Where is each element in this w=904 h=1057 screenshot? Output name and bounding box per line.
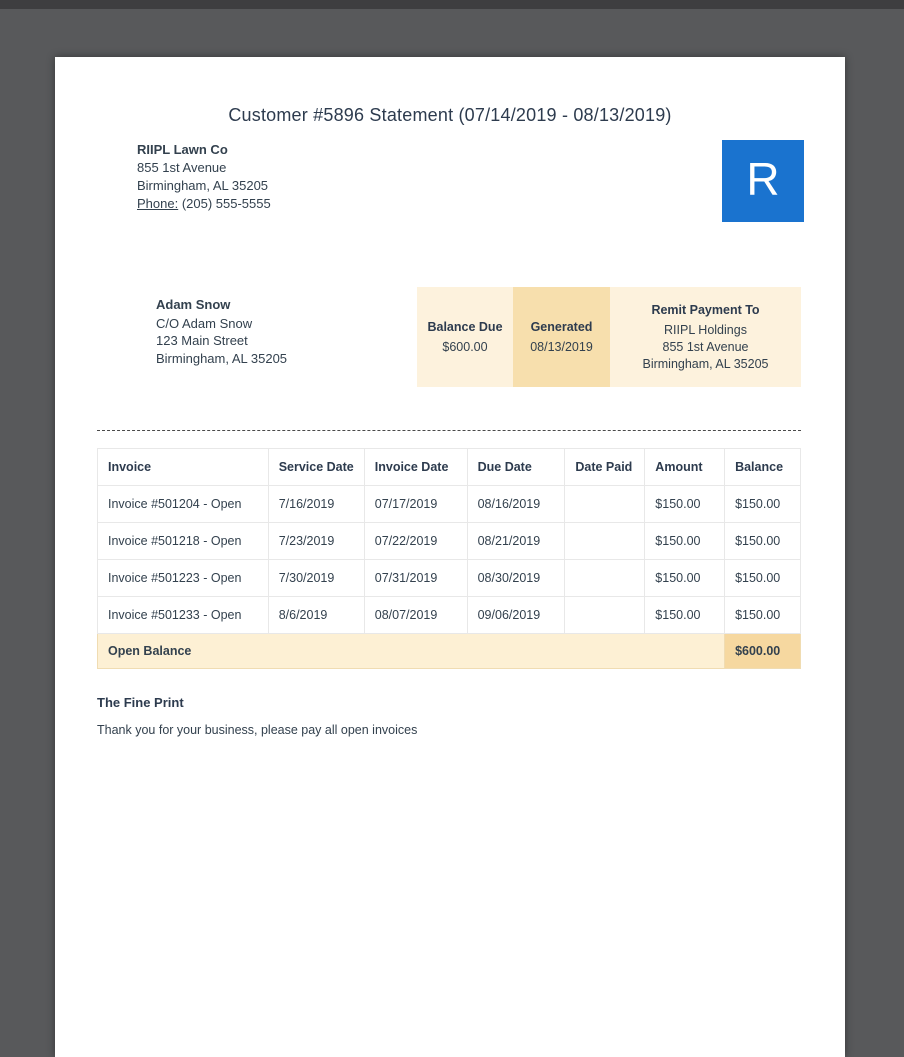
header-service-date: Service Date: [267, 448, 365, 486]
statement-page: Customer #5896 Statement (07/14/2019 - 0…: [55, 57, 845, 1057]
page-title: Customer #5896 Statement (07/14/2019 - 0…: [228, 105, 672, 125]
header-amount: Amount: [644, 448, 726, 486]
phone-label: Phone:: [137, 196, 179, 211]
generated-label: Generated: [530, 319, 593, 334]
cell-invoice: Invoice #501233 - Open: [97, 596, 269, 634]
balance-due-cell: Balance Due $600.00: [417, 287, 513, 387]
cell-invoice-date: 08/07/2019: [363, 596, 468, 634]
remit-label: Remit Payment To: [651, 302, 760, 317]
cell-date-paid: [564, 485, 646, 523]
cell-service-date: 7/16/2019: [267, 485, 365, 523]
remit-name: RIIPL Holdings: [664, 322, 747, 337]
cell-invoice: Invoice #501218 - Open: [97, 522, 269, 560]
customer-line2: 123 Main Street: [156, 333, 248, 348]
table-row: Invoice #501223 - Open 7/30/2019 07/31/2…: [97, 559, 801, 597]
phone-number: (205) 555-5555: [181, 196, 271, 211]
company-name: RIIPL Lawn Co: [137, 142, 228, 157]
table-row: Invoice #501218 - Open 7/23/2019 07/22/2…: [97, 522, 801, 560]
table-header-row: Invoice Service Date Invoice Date Due Da…: [97, 448, 801, 486]
cell-due-date: 08/30/2019: [466, 559, 566, 597]
viewer-top-strip: [0, 0, 904, 9]
company-address-line1: 855 1st Avenue: [137, 160, 227, 175]
header-invoice: Invoice: [97, 448, 269, 486]
fine-print-heading: The Fine Print: [97, 695, 184, 710]
customer-name: Adam Snow: [156, 297, 231, 312]
cell-due-date: 09/06/2019: [466, 596, 566, 634]
generated-cell: Generated 08/13/2019: [513, 287, 610, 387]
company-address-line2: Birmingham, AL 35205: [137, 178, 269, 193]
balance-due-value: $600.00: [442, 339, 488, 354]
cell-balance: $150.00: [724, 559, 801, 597]
cell-service-date: 7/30/2019: [267, 559, 365, 597]
cell-invoice-date: 07/17/2019: [363, 485, 468, 523]
open-balance-row: Open Balance $600.00: [96, 633, 801, 669]
company-info: RIIPL Lawn Co 855 1st Avenue Birmingham,…: [137, 141, 271, 213]
open-balance-value: $600.00: [724, 633, 801, 669]
customer-info: Adam Snow C/O Adam Snow 123 Main Street …: [156, 296, 287, 367]
cell-date-paid: [564, 559, 646, 597]
cell-amount: $150.00: [644, 522, 726, 560]
customer-line3: Birmingham, AL 35205: [156, 350, 288, 366]
fine-print-text: Thank you for your business, please pay …: [97, 723, 418, 737]
table-row: Invoice #501204 - Open 7/16/2019 07/17/2…: [97, 485, 801, 523]
remit-address1: 855 1st Avenue: [662, 339, 749, 354]
cell-invoice: Invoice #501204 - Open: [97, 485, 269, 523]
company-phone-line: Phone: (205) 555-5555: [137, 195, 271, 213]
cell-due-date: 08/21/2019: [466, 522, 566, 560]
dashed-separator: [97, 430, 801, 431]
cell-balance: $150.00: [724, 596, 801, 634]
cell-balance: $150.00: [724, 522, 801, 560]
balance-due-label: Balance Due: [427, 319, 503, 334]
generated-value: 08/13/2019: [530, 339, 593, 354]
invoice-table: Invoice Service Date Invoice Date Due Da…: [96, 448, 801, 669]
header-due-date: Due Date: [466, 448, 566, 486]
cell-invoice-date: 07/22/2019: [363, 522, 468, 560]
cell-date-paid: [564, 522, 646, 560]
table-row: Invoice #501233 - Open 8/6/2019 08/07/20…: [97, 596, 801, 634]
header-balance: Balance: [724, 448, 801, 486]
cell-amount: $150.00: [644, 485, 726, 523]
header-date-paid: Date Paid: [564, 448, 646, 486]
cell-service-date: 7/23/2019: [267, 522, 365, 560]
cell-due-date: 08/16/2019: [466, 485, 566, 523]
cell-amount: $150.00: [644, 559, 726, 597]
header-invoice-date: Invoice Date: [363, 448, 468, 486]
summary-box: Balance Due $600.00 Generated 08/13/2019…: [417, 287, 801, 387]
logo-letter: R: [746, 153, 780, 205]
customer-line1: C/O Adam Snow: [156, 315, 253, 331]
cell-invoice: Invoice #501223 - Open: [97, 559, 269, 597]
remit-payment-cell: Remit Payment To RIIPL Holdings 855 1st …: [610, 287, 801, 387]
remit-address2: Birmingham, AL 35205: [642, 356, 769, 371]
cell-date-paid: [564, 596, 646, 634]
cell-amount: $150.00: [644, 596, 726, 634]
company-logo: R: [722, 140, 804, 222]
cell-service-date: 8/6/2019: [267, 596, 365, 634]
open-balance-label: Open Balance: [96, 633, 726, 669]
cell-invoice-date: 07/31/2019: [363, 559, 468, 597]
cell-balance: $150.00: [724, 485, 801, 523]
